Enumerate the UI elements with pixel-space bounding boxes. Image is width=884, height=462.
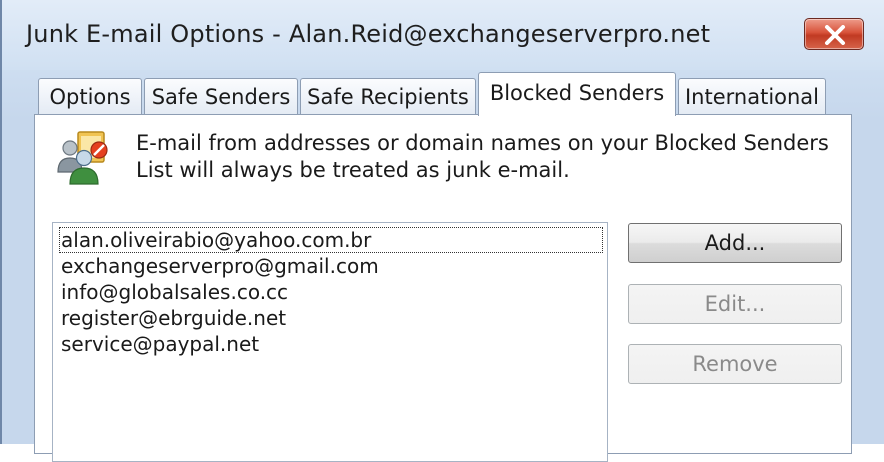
blocked-senders-list[interactable]: alan.oliveirabio@yahoo.com.br exchangese… — [52, 222, 608, 462]
close-button[interactable] — [804, 18, 864, 50]
list-item[interactable]: exchangeserverpro@gmail.com — [59, 253, 381, 279]
tab-safe-senders[interactable]: Safe Senders — [144, 78, 298, 114]
list-item[interactable]: alan.oliveirabio@yahoo.com.br — [59, 227, 603, 253]
blocked-senders-people-icon — [57, 131, 108, 185]
description-line-1: E-mail from addresses or domain names on… — [136, 131, 829, 155]
tab-strip: Options Safe Senders Safe Recipients Blo… — [2, 72, 884, 116]
tab-blocked-senders[interactable]: Blocked Senders — [478, 72, 676, 116]
tab-safe-recipients[interactable]: Safe Recipients — [300, 78, 476, 114]
list-item[interactable]: service@paypal.net — [59, 331, 261, 357]
tab-options[interactable]: Options — [38, 78, 142, 114]
remove-button[interactable]: Remove — [628, 344, 842, 384]
title-bar: Junk E-mail Options - Alan.Reid@exchange… — [2, 0, 884, 70]
dialog-window: Junk E-mail Options - Alan.Reid@exchange… — [0, 0, 884, 462]
panel-description: E-mail from addresses or domain names on… — [136, 130, 836, 184]
edit-button[interactable]: Edit... — [628, 284, 842, 324]
close-x-icon — [825, 25, 845, 45]
add-button[interactable]: Add... — [628, 223, 842, 263]
list-item[interactable]: info@globalsales.co.cc — [59, 279, 290, 305]
description-line-2: List will always be treated as junk e-ma… — [136, 158, 570, 182]
list-item[interactable]: register@ebrguide.net — [59, 305, 288, 331]
tab-international[interactable]: International — [678, 78, 826, 114]
window-title: Junk E-mail Options - Alan.Reid@exchange… — [26, 20, 711, 48]
